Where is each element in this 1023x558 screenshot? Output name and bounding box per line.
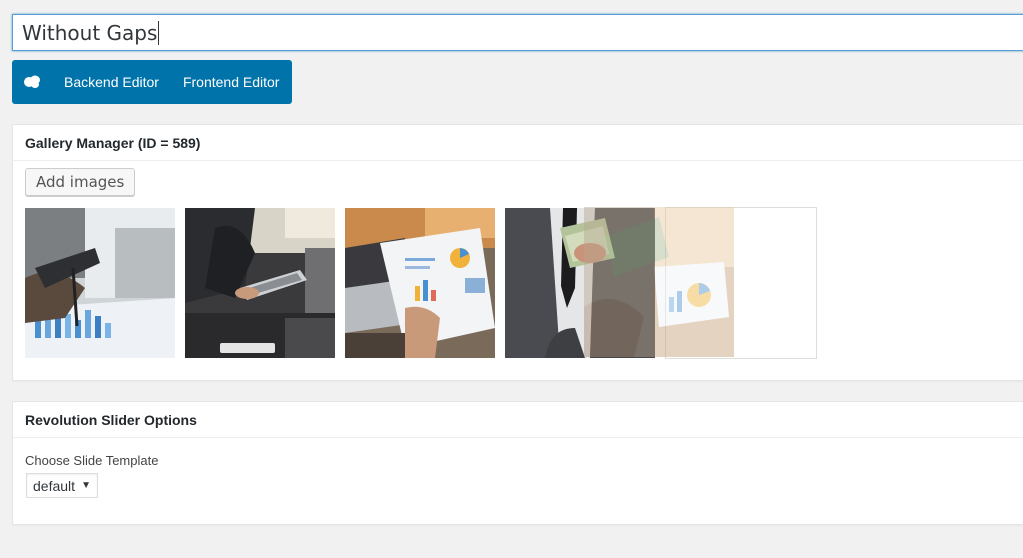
slide-template-selected-value: default <box>33 477 76 494</box>
post-title-text: Without Gaps <box>22 20 158 45</box>
slide-template-select[interactable]: default ▼ <box>26 473 98 498</box>
gallery-thumb-2[interactable] <box>185 208 335 358</box>
text-caret <box>158 20 160 45</box>
gallery-thumb-1[interactable] <box>25 208 175 358</box>
gallery-manager-box: Gallery Manager (ID = 589) Add images <box>12 124 1023 381</box>
frontend-editor-button[interactable]: Frontend Editor <box>171 60 292 104</box>
page-builder-logo-icon[interactable] <box>12 60 52 104</box>
choose-slide-template-label: Choose Slide Template <box>25 453 159 468</box>
dropdown-arrow-icon: ▼ <box>81 480 91 491</box>
add-images-button[interactable]: Add images <box>25 168 136 196</box>
editor-switcher-bar: Backend Editor Frontend Editor <box>12 60 292 104</box>
backend-editor-button[interactable]: Backend Editor <box>52 60 171 104</box>
gallery-manager-title: Gallery Manager (ID = 589) <box>13 125 1023 161</box>
post-title-input[interactable]: Without Gaps <box>12 14 1023 51</box>
revolution-slider-options-title: Revolution Slider Options <box>13 402 1023 438</box>
revolution-slider-options-box: Revolution Slider Options Choose Slide T… <box>12 401 1023 525</box>
gallery-dragged-thumb[interactable] <box>584 207 734 357</box>
gallery-thumb-3[interactable] <box>345 208 495 358</box>
